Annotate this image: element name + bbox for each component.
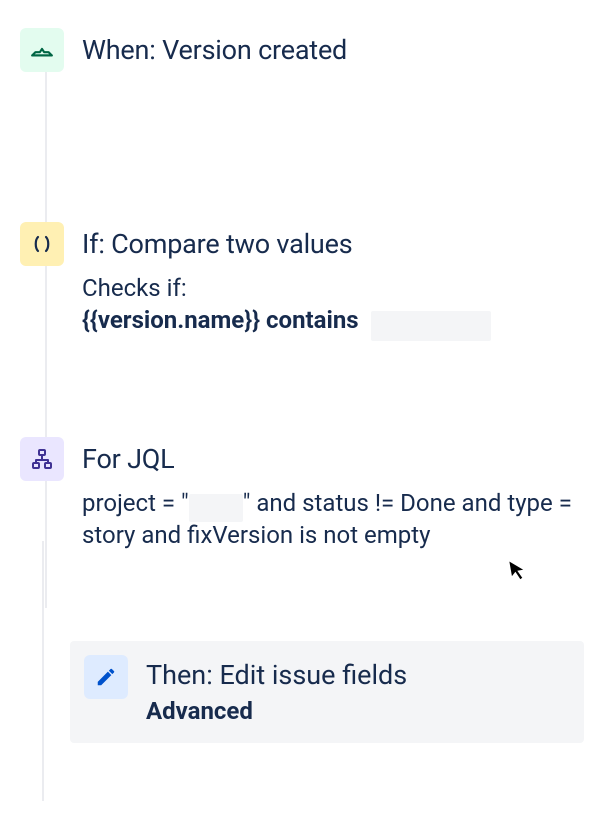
redacted-value — [371, 311, 491, 341]
redacted-project — [189, 494, 243, 522]
trigger-title: When: Version created — [82, 34, 584, 68]
action-title: Then: Edit issue fields — [146, 659, 407, 691]
condition-node[interactable]: If: Compare two values Checks if: {{vers… — [20, 222, 584, 337]
branch-node[interactable]: For JQL project = "" and status != Done … — [20, 437, 584, 552]
action-node[interactable]: Then: Edit issue fields Advanced — [70, 641, 584, 743]
trigger-icon — [20, 28, 64, 72]
branch-icon — [20, 437, 64, 481]
branch-jql: project = "" and status != Done and type… — [82, 487, 584, 552]
branch-title: For JQL — [82, 443, 584, 477]
condition-icon — [20, 222, 64, 266]
trigger-node[interactable]: When: Version created — [20, 28, 584, 72]
condition-description: Checks if: {{version.name}} contains — [82, 272, 584, 337]
action-icon — [84, 655, 128, 699]
action-subtitle: Advanced — [146, 697, 407, 725]
cursor-icon — [508, 557, 531, 590]
condition-title: If: Compare two values — [82, 228, 584, 262]
